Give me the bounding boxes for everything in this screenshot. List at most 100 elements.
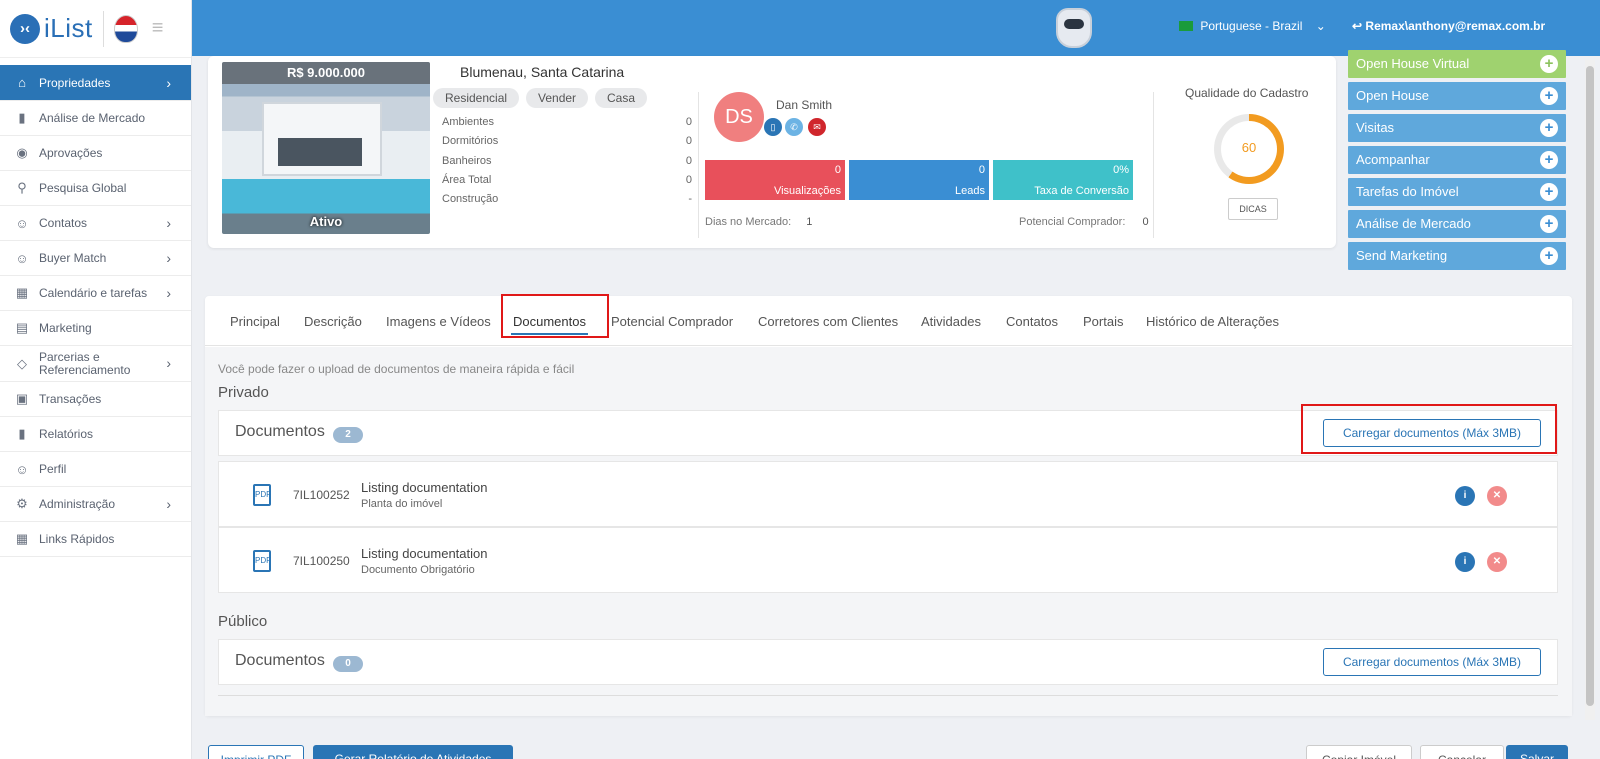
documents-bar-title: Documentos [235, 652, 325, 669]
plus-icon[interactable]: + [1540, 119, 1558, 137]
action-analise-mercado[interactable]: Análise de Mercado + [1348, 210, 1566, 238]
sidebar-item-label: Aprovações [39, 146, 103, 160]
property-photo[interactable]: R$ 9.000.000 Ativo [222, 62, 430, 234]
activity-report-button[interactable]: Gerar Relatório de Atividades [313, 745, 513, 759]
action-visitas[interactable]: Visitas + [1348, 114, 1566, 142]
copy-property-button[interactable]: Copiar Imóvel [1306, 745, 1412, 759]
plus-icon[interactable]: + [1540, 247, 1558, 265]
tab-atividades[interactable]: Atividades [921, 314, 981, 329]
chevron-right-icon: › [166, 355, 171, 371]
tab-portais[interactable]: Portais [1083, 314, 1123, 329]
document-row[interactable]: PDF 7IL100252 Listing documentation Plan… [218, 461, 1558, 527]
ilist-logo-icon[interactable]: ›‹ [10, 13, 40, 44]
action-open-house[interactable]: Open House + [1348, 82, 1566, 110]
sidebar-item-contatos[interactable]: ☺ Contatos › [0, 206, 191, 241]
sidebar: ›‹ iList ≡ ⌂ Propriedades › ▮ Análise de… [0, 0, 192, 759]
action-send-marketing[interactable]: Send Marketing + [1348, 242, 1566, 270]
sidebar-item-label: Contatos [39, 216, 88, 230]
sidebar-item-label: Calendário e tarefas [39, 286, 148, 300]
stat-taxa-conversao: 0% Taxa de Conversão [993, 160, 1133, 200]
user-menu[interactable]: ↩ Remax\anthony@remax.com.br [1352, 19, 1545, 33]
public-documents-bar: Documentos 0 Carregar documentos (Máx 3M… [218, 639, 1558, 685]
briefcase-icon: ▣ [15, 391, 29, 406]
plus-icon[interactable]: + [1540, 215, 1558, 233]
property-summary-card: R$ 9.000.000 Ativo Blumenau, Santa Catar… [208, 56, 1336, 248]
tab-historico-alteracoes[interactable]: Histórico de Alterações [1146, 314, 1279, 329]
sidebar-item-relatorios[interactable]: ▮ Relatórios [0, 417, 191, 452]
logout-arrow-icon: ↩ [1352, 19, 1363, 33]
language-selector[interactable]: Portuguese - Brazil ⌄ [1179, 19, 1326, 33]
sidebar-item-propriedades[interactable]: ⌂ Propriedades › [0, 65, 191, 101]
scrollbar-thumb[interactable] [1586, 66, 1594, 706]
sidebar-item-links-rapidos[interactable]: ▦ Links Rápidos [0, 522, 191, 557]
document-row[interactable]: PDF 7IL100250 Listing documentation Docu… [218, 527, 1558, 593]
info-icon[interactable]: i [1455, 552, 1475, 572]
agent-avatar[interactable]: DS [714, 92, 764, 142]
sidebar-item-aprovacoes[interactable]: ◉ Aprovações [0, 136, 191, 171]
scrollbar[interactable] [1585, 60, 1595, 720]
action-open-house-virtual[interactable]: Open House Virtual + [1348, 50, 1566, 78]
phone-icon[interactable]: ▯ [764, 118, 782, 136]
house-illustration [262, 102, 382, 176]
handshake-icon: ◇ [17, 356, 27, 371]
logo-text[interactable]: iList [44, 13, 93, 44]
chevron-right-icon: › [166, 496, 171, 512]
sidebar-item-pesquisa-global[interactable]: ⚲ Pesquisa Global [0, 171, 191, 206]
user-icon: ☺ [15, 250, 29, 266]
tab-potencial-comprador[interactable]: Potencial Comprador [611, 314, 733, 329]
dias-mercado-value: 1 [806, 216, 813, 228]
action-label: Send Marketing [1356, 248, 1448, 263]
plus-icon[interactable]: + [1540, 87, 1558, 105]
action-tarefas-imovel[interactable]: Tarefas do Imóvel + [1348, 178, 1566, 206]
dias-mercado-label: Dias no Mercado: [705, 216, 792, 228]
attr-label: Construção [442, 193, 499, 205]
email-icon[interactable]: ✉ [808, 118, 826, 136]
sidebar-item-transacoes[interactable]: ▣ Transações [0, 382, 191, 417]
sidebar-item-perfil[interactable]: ☺ Perfil [0, 452, 191, 487]
eye-icon: ◉ [16, 145, 28, 160]
tab-corretores-clientes[interactable]: Corretores com Clientes [758, 314, 898, 329]
hamburger-menu-icon[interactable]: ≡ [152, 17, 164, 40]
bar-chart-icon: ▮ [18, 110, 26, 125]
save-button[interactable]: Salvar [1506, 745, 1568, 759]
tab-contatos[interactable]: Contatos [1006, 314, 1058, 329]
sidebar-item-label: Perfil [39, 462, 67, 476]
stat-label: Taxa de Conversão [1034, 185, 1129, 197]
action-label: Tarefas do Imóvel [1356, 184, 1459, 199]
attr-label: Banheiros [442, 155, 492, 167]
call-icon[interactable]: ✆ [785, 118, 803, 136]
sidebar-item-administracao[interactable]: ⚙ Administração › [0, 487, 191, 522]
upload-documents-button[interactable]: Carregar documentos (Máx 3MB) [1323, 648, 1541, 676]
print-pdf-button[interactable]: Imprimir PDF [208, 745, 304, 759]
cancel-button[interactable]: Cancelar [1420, 745, 1504, 759]
document-code: 7IL100250 [293, 554, 350, 568]
assistant-robot-icon[interactable] [1056, 8, 1092, 48]
sidebar-item-calendario[interactable]: ▦ Calendário e tarefas › [0, 276, 191, 311]
tag-casa: Casa [595, 88, 648, 108]
attr-dormitorios: Dormitórios 0 [442, 135, 692, 147]
sidebar-item-parcerias[interactable]: ◇ Parcerias e Referenciamento › [0, 346, 191, 382]
upload-hint: Você pode fazer o upload de documentos d… [218, 362, 575, 376]
tab-descricao[interactable]: Descrição [304, 314, 362, 329]
plus-icon[interactable]: + [1540, 183, 1558, 201]
tab-imagens-videos[interactable]: Imagens e Vídeos [386, 314, 491, 329]
tab-principal[interactable]: Principal [230, 314, 280, 329]
action-label: Análise de Mercado [1356, 216, 1471, 231]
action-acompanhar[interactable]: Acompanhar + [1348, 146, 1566, 174]
delete-icon[interactable]: ✕ [1487, 486, 1507, 506]
sidebar-item-analise-mercado[interactable]: ▮ Análise de Mercado [0, 101, 191, 136]
documents-bar-title: Documentos [235, 423, 325, 440]
language-label: Portuguese - Brazil [1200, 19, 1303, 33]
stat-visualizacoes: 0 Visualizações [705, 160, 845, 200]
tips-button[interactable]: DICAS [1228, 198, 1278, 220]
sidebar-item-marketing[interactable]: ▤ Marketing [0, 311, 191, 346]
action-label: Visitas [1356, 120, 1395, 135]
info-icon[interactable]: i [1455, 486, 1475, 506]
sidebar-item-buyer-match[interactable]: ☺ Buyer Match › [0, 241, 191, 276]
delete-icon[interactable]: ✕ [1487, 552, 1507, 572]
tab-bar: Principal Descrição Imagens e Vídeos Doc… [205, 294, 1572, 346]
quality-gauge: 60 [1214, 114, 1284, 184]
plus-icon[interactable]: + [1540, 55, 1558, 73]
plus-icon[interactable]: + [1540, 151, 1558, 169]
attr-value: 0 [685, 155, 692, 167]
